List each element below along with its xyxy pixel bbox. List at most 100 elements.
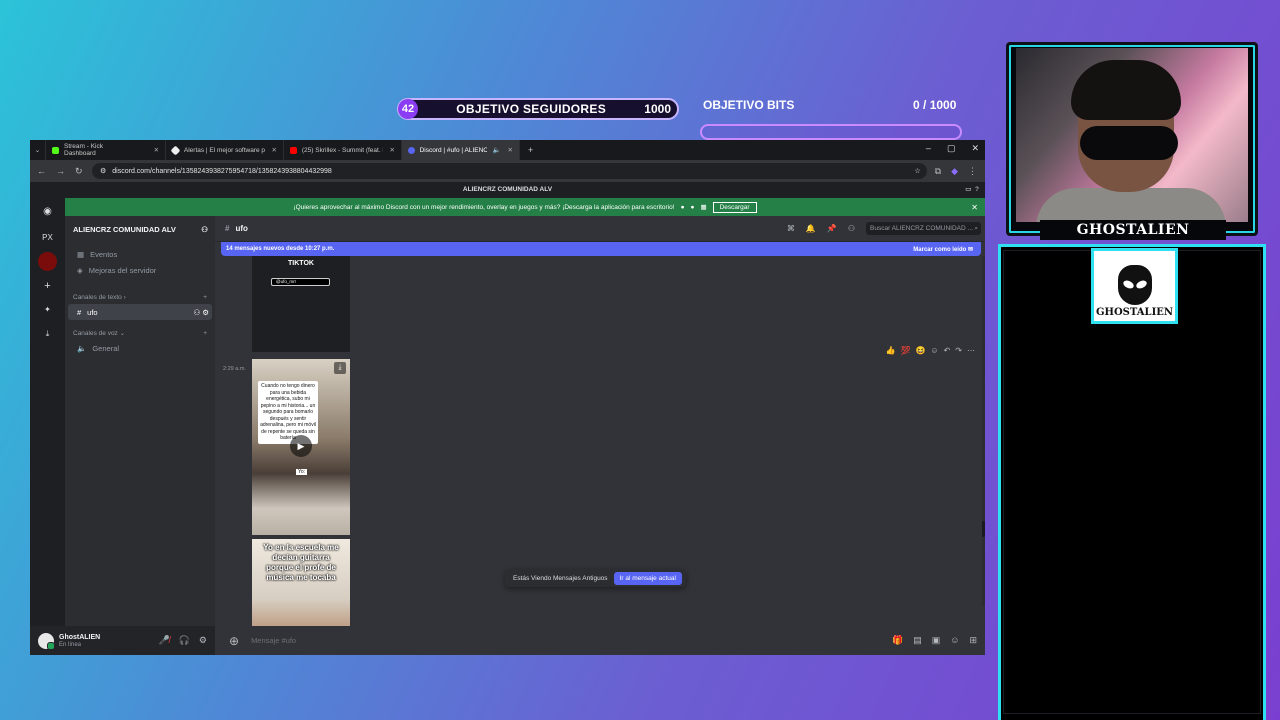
close-icon[interactable]: ✕ (971, 203, 978, 212)
add-channel-icon[interactable]: + (203, 294, 207, 301)
add-server-icon[interactable]: + (38, 276, 57, 295)
server-px[interactable]: PX (38, 228, 57, 247)
new-tab-button[interactable]: + (520, 145, 533, 155)
address-bar[interactable]: ⚙ discord.com/channels/13582439382759547… (92, 163, 927, 179)
help-icon[interactable]: ? (975, 186, 979, 193)
user-status: En línea (59, 642, 82, 648)
nav-boosts[interactable]: ◈ Mejoras del servidor (68, 262, 212, 278)
bits-goal-current: 0 (913, 98, 920, 112)
forward-icon[interactable]: ↷ (955, 346, 962, 355)
more-menu-icon[interactable]: ⋮ (968, 166, 977, 177)
channel-title: ufo (235, 224, 248, 233)
new-messages-bar[interactable]: 14 mensajes nuevos desde 10:27 p.m. Marc… (221, 242, 981, 256)
reload-icon[interactable]: ↻ (75, 166, 83, 177)
message-timestamp: 2:29 a.m. (223, 366, 246, 372)
video-attachment[interactable]: Yo en la escuela me decían guitarra porq… (252, 539, 350, 626)
tiktok-embed[interactable]: TIKTOK @ufo_mrr (252, 252, 350, 352)
reaction-2[interactable]: 💯 (900, 346, 910, 355)
tab-kick[interactable]: Stream - Kick Dashboard ✕ (46, 140, 166, 160)
avatar[interactable] (38, 632, 55, 650)
hash-icon: # (225, 224, 230, 233)
search-input[interactable]: Buscar ALIENCRZ COMUNIDAD ... ⌕ (866, 222, 981, 235)
members-icon[interactable]: ⚇ (848, 224, 855, 233)
bits-goal-progress-bar (700, 124, 962, 140)
add-member-icon[interactable]: ⚇ (201, 225, 208, 234)
inbox-icon[interactable]: ▭ (965, 186, 971, 193)
guild-header[interactable]: ALIENCRZ COMUNIDAD ALV ⚇ (65, 216, 215, 242)
mic-muted-icon[interactable]: 🎤̸ (158, 635, 169, 646)
sticker-icon[interactable]: ▣ (932, 635, 941, 646)
guild-name: ALIENCRZ COMUNIDAD ALV (73, 224, 176, 234)
add-reaction-icon[interactable]: ☺ (930, 346, 938, 355)
channel-ufo[interactable]: # ufo ⚇ ⚙ (68, 304, 212, 320)
reaction-3[interactable]: 😆 (915, 346, 925, 355)
scrollbar[interactable] (982, 256, 985, 606)
download-icon[interactable]: ⤓ (334, 362, 346, 374)
chevron-down-icon: ⌄ (34, 147, 41, 154)
followers-goal-target: 1000 (644, 102, 671, 116)
category-text[interactable]: Canales de texto › + (65, 290, 215, 304)
threads-icon[interactable]: ⌘ (787, 224, 795, 233)
notice-text: ¡Quieres aprovechar al máximo Discord co… (293, 203, 675, 211)
tab-label: (25) Skrillex - Summit (feat. Elli (301, 146, 383, 154)
server-rail: ◉ PX + ✦ ⤓ (30, 198, 65, 655)
close-icon[interactable]: ✕ (390, 146, 395, 154)
tab-discord[interactable]: Discord | #ufo | ALIENCR 🔈 ✕ (402, 140, 520, 160)
maximize-icon[interactable]: ▢ (947, 143, 956, 154)
tab-menu[interactable]: ⌄ (30, 140, 46, 160)
discord-home-icon[interactable]: ◉ (38, 202, 57, 221)
play-icon[interactable]: ▶ (290, 435, 312, 457)
minimize-icon[interactable]: – (926, 143, 931, 154)
tab-label: Stream - Kick Dashboard (64, 143, 104, 157)
close-icon[interactable]: ✕ (508, 146, 513, 154)
gear-icon[interactable]: ⚙ (199, 635, 207, 646)
download-icon[interactable]: ⤓ (38, 324, 57, 343)
bookmark-star-icon[interactable]: ☆ (914, 167, 926, 175)
server-aliencrz[interactable] (38, 252, 57, 271)
apps-icon[interactable]: ⊞ (969, 635, 977, 646)
close-icon[interactable]: ✕ (154, 146, 159, 154)
site-info-icon[interactable]: ⚙ (100, 167, 106, 175)
close-icon[interactable]: ✕ (272, 146, 277, 154)
channel-settings-icon[interactable]: ⚇ ⚙ (193, 308, 212, 317)
nav-events[interactable]: ▦ Eventos (68, 246, 212, 262)
alerts-icon (170, 145, 181, 155)
video-attachment[interactable]: Cuando no tengo dinero para una bebida e… (252, 359, 350, 535)
mark-read-button[interactable]: Marcar como leído ✉ (913, 246, 973, 253)
reply-icon[interactable]: ↶ (944, 346, 951, 355)
search-icon: ⌕ (974, 224, 978, 232)
forward-icon[interactable]: → (56, 166, 65, 177)
add-channel-icon[interactable]: + (203, 330, 207, 337)
explore-icon[interactable]: ✦ (38, 300, 57, 319)
followers-goal-label: OBJETIVO SEGUIDORES (456, 102, 607, 116)
mark-read-label: Marcar como leído (913, 246, 967, 253)
user-info[interactable]: GhostALIEN En línea (59, 633, 100, 648)
more-icon[interactable]: ⋯ (967, 346, 975, 355)
jump-to-present-button[interactable]: Ir al mensaje actual (613, 571, 682, 585)
old-messages-text: Estás Viendo Mensajes Antiguos (513, 574, 608, 582)
webcam-name-label: GHOSTALIEN (1040, 220, 1226, 240)
headphones-icon[interactable]: 🎧 (179, 635, 190, 646)
tab-alerts[interactable]: Alertas | El mejor software para ✕ (166, 140, 284, 160)
close-window-icon[interactable]: ✕ (971, 143, 979, 154)
category-voice[interactable]: Canales de voz ⌄ + (65, 326, 215, 340)
discord-icon (408, 146, 415, 154)
thumbs-up-reaction[interactable]: 👍 (886, 346, 896, 355)
profile-icon[interactable]: ◆ (951, 166, 958, 177)
tab-youtube[interactable]: (25) Skrillex - Summit (feat. Elli ✕ (284, 140, 402, 160)
voice-channel-general[interactable]: 🔈 General (68, 340, 212, 356)
extension-icon[interactable]: ⧉ (935, 166, 941, 177)
message-input[interactable]: Mensaje #ufo (251, 636, 296, 645)
attach-icon[interactable]: ⊕ (229, 634, 239, 648)
emoji-icon[interactable]: ☺ (950, 635, 959, 646)
back-icon[interactable]: ← (37, 166, 46, 177)
scrollbar-thumb[interactable] (982, 521, 985, 537)
tiktok-handle: @ufo_mrr (271, 278, 330, 286)
new-messages-text: 14 mensajes nuevos desde 10:27 p.m. (226, 246, 335, 252)
gif-icon[interactable]: ▤ (913, 635, 922, 646)
download-button[interactable]: Descargar (712, 201, 757, 213)
tab-label: Discord | #ufo | ALIENCR (419, 146, 488, 154)
pin-icon[interactable]: 📌 (827, 224, 837, 233)
bell-icon[interactable]: 🔔 (806, 224, 816, 233)
gift-icon[interactable]: 🎁 (892, 635, 903, 646)
